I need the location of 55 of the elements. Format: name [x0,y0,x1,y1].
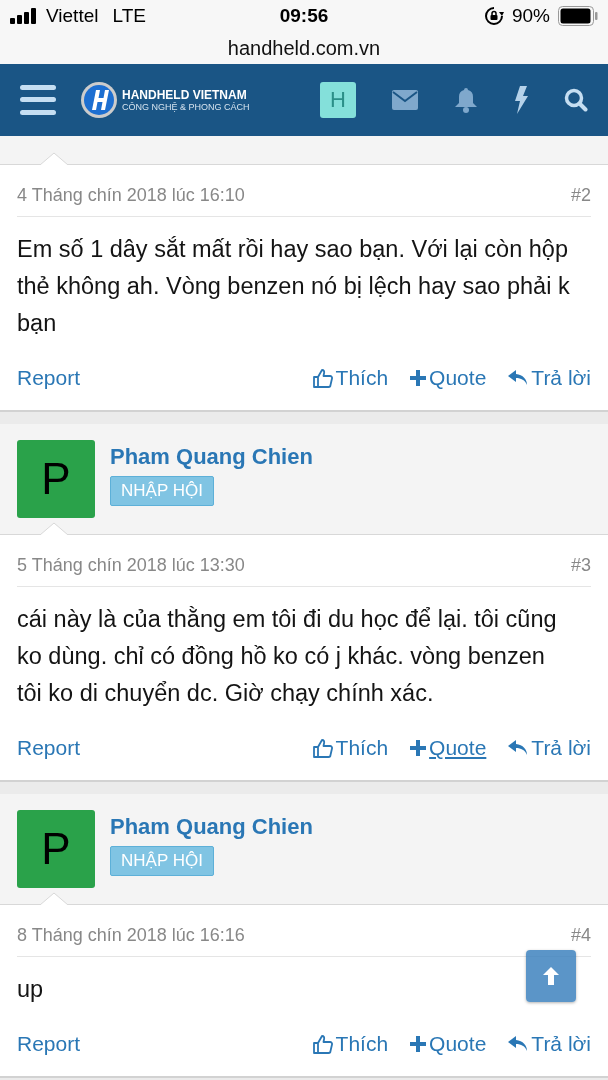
menu-icon[interactable] [20,85,56,115]
reply-icon [508,1036,529,1052]
like-link[interactable]: Thích [312,1032,389,1056]
rank-badge: NHẬP HỘI [110,846,214,876]
clock-time: 09:56 [279,5,329,27]
plus-icon [410,740,427,756]
thumbs-up-icon [312,1034,333,1054]
logo-title: HANDHELD VIETNAM [122,88,248,102]
search-icon[interactable] [564,88,588,112]
user-avatar[interactable]: H [320,82,356,118]
plus-icon [410,1036,427,1052]
carrier-name: Viettel [46,5,99,27]
quote-link[interactable]: Quote [410,366,487,390]
post-text: Em số 1 dây sắt mất rồi hay sao bạn. Với lại còn hộp thẻ không ah. Vòng benzen nó bị lệch hay sao phải k bạn [17,235,571,338]
post-date[interactable]: 4 Tháng chín 2018 lúc 16:10 [17,185,245,206]
logo-icon[interactable] [80,81,118,119]
report-link[interactable]: Report [17,736,81,760]
like-link[interactable]: Thích [312,736,389,760]
mail-icon[interactable] [392,90,418,110]
thumbs-up-icon [312,368,333,388]
like-link[interactable]: Thích [312,366,389,390]
quote-link[interactable]: Quote [410,1032,487,1056]
author-name[interactable]: Pham Quang Chien [110,814,313,840]
reply-icon [508,740,529,756]
author-name[interactable]: Pham Quang Chien [110,444,313,470]
bell-icon[interactable] [454,87,478,113]
avatar[interactable]: P [17,440,95,518]
network-type: LTE [112,5,146,27]
post-number[interactable]: #2 [570,185,591,206]
post-text: cái này là của thằng em tôi đi du học để lại. tôi cũng ko dùng. chỉ có đồng hồ ko có j khác. vòng benzen tôi ko di chuyển dc. Giờ chạy chính xác. [17,605,558,708]
rotation-lock-icon [483,6,504,26]
reply-link[interactable]: Trả lời [508,736,591,760]
post-number[interactable]: #4 [570,925,591,946]
logo-tagline: CÔNG NGHỆ & PHONG CÁCH [122,102,250,112]
post-number[interactable]: #3 [570,555,591,576]
report-link[interactable]: Report [17,1032,81,1056]
rank-badge: NHẬP HỘI [110,476,214,506]
reply-icon [508,370,529,386]
avatar[interactable]: P [17,810,95,888]
reply-link[interactable]: Trả lời [508,1032,591,1056]
url-text[interactable]: handheld.com.vn [227,36,381,60]
up-arrow-icon [541,966,561,986]
post-date[interactable]: 8 Tháng chín 2018 lúc 16:16 [17,925,245,946]
battery-percent: 90% [511,5,550,27]
battery-icon [558,6,598,26]
quote-link[interactable]: Quote [410,736,487,760]
report-link[interactable]: Report [17,366,81,390]
post-text: up [17,975,44,1004]
post-date[interactable]: 5 Tháng chín 2018 lúc 13:30 [17,555,245,576]
signal-icon [10,8,38,24]
lightning-icon[interactable] [514,86,528,114]
plus-icon [410,370,427,386]
reply-link[interactable]: Trả lời [508,366,591,390]
thumbs-up-icon [312,738,333,758]
scroll-top-button[interactable] [526,950,576,1002]
